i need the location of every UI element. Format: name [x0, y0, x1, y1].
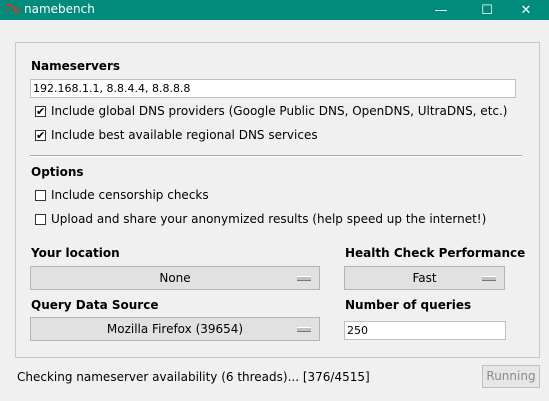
nameservers-input[interactable]: 192.168.1.1, 8.8.4.4, 8.8.8.8	[30, 79, 516, 98]
include-regional-label: Include best available regional DNS serv…	[51, 128, 318, 142]
query-source-dropdown[interactable]: Mozilla Firefox (39654)	[30, 317, 320, 341]
dropdown-grip-icon	[297, 327, 311, 332]
maximize-icon: ☐	[481, 2, 493, 18]
section-divider	[30, 155, 522, 157]
health-dropdown[interactable]: Fast	[344, 266, 505, 290]
status-text: Checking nameserver availability (6 thre…	[17, 370, 370, 384]
health-heading: Health Check Performance	[345, 246, 526, 260]
dropdown-grip-icon	[482, 276, 496, 281]
health-value: Fast	[412, 271, 437, 285]
query-source-value: Mozilla Firefox (39654)	[106, 322, 244, 336]
running-button[interactable]: Running	[482, 365, 540, 388]
queries-heading: Number of queries	[345, 298, 472, 312]
minimize-button[interactable]: —	[418, 0, 464, 20]
location-dropdown[interactable]: None	[30, 266, 320, 290]
options-heading: Options	[31, 165, 84, 179]
location-value: None	[159, 271, 191, 285]
censorship-label: Include censorship checks	[51, 188, 209, 202]
app-icon: 7ь	[4, 2, 21, 16]
nameservers-heading: Nameservers	[31, 59, 121, 73]
queries-input[interactable]: 250	[344, 321, 506, 340]
upload-results-label: Upload and share your anonymized results…	[51, 212, 487, 226]
query-source-heading: Query Data Source	[31, 298, 159, 312]
title-bar: 7ь namebench — ☐ ✕	[0, 0, 549, 20]
close-button[interactable]: ✕	[503, 0, 549, 20]
minimize-icon: —	[434, 2, 448, 18]
include-global-checkbox[interactable]: ✔	[35, 106, 46, 117]
window-title: namebench	[24, 2, 95, 16]
upload-results-checkbox[interactable]	[35, 214, 46, 225]
include-regional-checkbox[interactable]: ✔	[35, 130, 46, 141]
dropdown-grip-icon	[297, 276, 311, 281]
censorship-checkbox[interactable]	[35, 190, 46, 201]
location-heading: Your location	[31, 246, 120, 260]
close-icon: ✕	[520, 2, 532, 18]
include-global-label: Include global DNS providers (Google Pub…	[51, 104, 508, 118]
